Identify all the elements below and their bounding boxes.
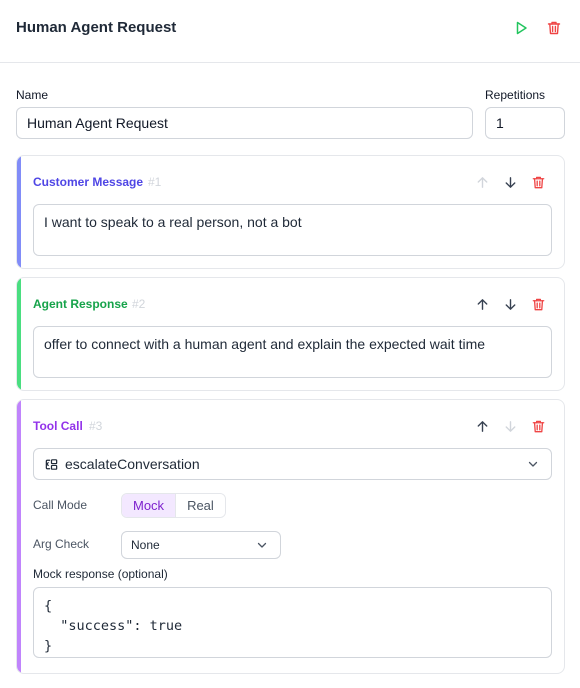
step-accent-bar (17, 278, 21, 390)
chevron-down-icon (257, 542, 267, 548)
response-textarea[interactable]: offer to connect with a human agent and … (33, 326, 552, 378)
mock-response-label: Mock response (optional) (33, 567, 168, 581)
page-title: Human Agent Request (16, 19, 177, 36)
arg-check-value: None (131, 538, 160, 552)
delete-step-button[interactable] (529, 417, 547, 435)
call-mode-mock-option[interactable]: Mock (122, 494, 177, 517)
arg-check-select[interactable]: None (121, 531, 281, 559)
move-down-button[interactable] (501, 295, 519, 313)
call-mode-real-option[interactable]: Real (176, 494, 225, 517)
call-mode-toggle: Mock Real (121, 493, 226, 518)
message-textarea[interactable]: I want to speak to a real person, not a … (33, 204, 552, 256)
trash-icon (532, 298, 544, 310)
move-down-button[interactable] (501, 417, 519, 435)
step-title: Tool Call (33, 419, 83, 433)
tool-select[interactable]: escalateConversation (33, 448, 552, 480)
step-card-customer-message: Customer Message #1 I want to speak to a… (16, 155, 565, 269)
delete-step-button[interactable] (529, 173, 547, 191)
step-card-agent-response: Agent Response #2 offer to connect with … (16, 277, 565, 391)
chevron-down-icon (528, 461, 538, 467)
arrow-down-icon (505, 176, 515, 188)
step-accent-bar (17, 400, 21, 673)
step-accent-bar (17, 156, 21, 268)
arg-check-label: Arg Check (33, 537, 90, 551)
delete-scenario-button[interactable] (544, 18, 564, 38)
step-index: #3 (89, 419, 103, 433)
editor-header: Human Agent Request (0, 0, 580, 63)
run-button[interactable] (511, 18, 531, 38)
trash-icon (532, 420, 544, 432)
repetitions-label: Repetitions (485, 88, 546, 102)
tool-name: escalateConversation (65, 456, 200, 472)
move-up-button[interactable] (473, 295, 491, 313)
mock-response-editor[interactable]: { "success": true } (33, 587, 552, 658)
step-title: Customer Message (33, 175, 144, 189)
name-input[interactable]: Human Agent Request (16, 107, 473, 139)
trash-icon (547, 21, 561, 35)
arrow-up-icon (477, 420, 487, 432)
step-card-tool-call: Tool Call #3 escalateConversation Call M… (16, 399, 565, 674)
arrow-up-icon (477, 298, 487, 310)
arrow-down-icon (505, 298, 515, 310)
move-up-button[interactable] (473, 173, 491, 191)
trash-icon (532, 176, 544, 188)
call-mode-label: Call Mode (33, 498, 88, 512)
arrow-up-icon (477, 176, 487, 188)
repetitions-input[interactable]: 1 (485, 107, 565, 139)
tool-icon (45, 458, 58, 470)
step-title: Agent Response (33, 297, 128, 311)
delete-step-button[interactable] (529, 295, 547, 313)
play-icon (516, 21, 527, 35)
move-down-button[interactable] (501, 173, 519, 191)
name-label: Name (16, 88, 49, 102)
step-index: #1 (148, 175, 162, 189)
move-up-button[interactable] (473, 417, 491, 435)
arrow-down-icon (505, 420, 515, 432)
step-index: #2 (132, 297, 146, 311)
